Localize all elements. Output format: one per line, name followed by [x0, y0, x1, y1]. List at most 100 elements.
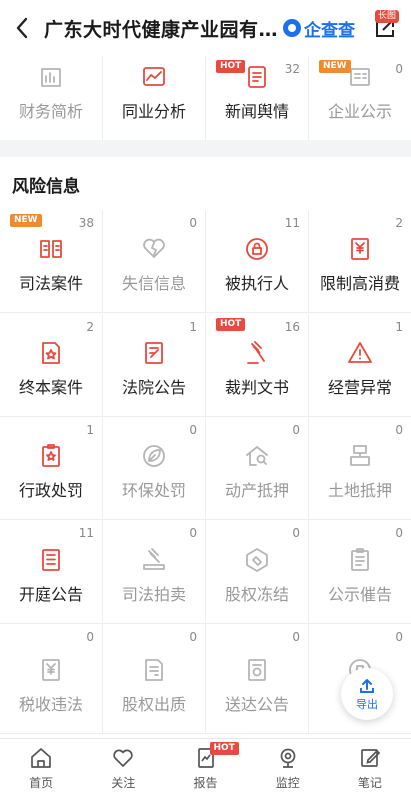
grid-item[interactable]: 2 限制高消费	[309, 210, 411, 312]
risk-row: NEW 38 司法案件 0 失信信息 11 被执行人 2 限制高消费	[0, 210, 411, 313]
nav-home[interactable]: 首页	[0, 739, 82, 798]
grid-item[interactable]: 1 法院公告	[103, 314, 206, 416]
risk-row: 2 终本案件 1 法院公告 HOT 16 裁判文书 1 经营异常	[0, 314, 411, 417]
grid-item[interactable]: 0 税收违法	[0, 624, 103, 733]
grid-item[interactable]: 同业分析	[103, 56, 206, 140]
item-label: 法院公告	[121, 378, 186, 397]
finance-icon	[41, 68, 61, 87]
grid-item[interactable]: 0 环保处罚	[103, 417, 206, 519]
risk-row: 11 开庭公告 0 司法拍卖 0 股权冻结 0 公示催告	[0, 520, 411, 624]
item-label: 同业分析	[121, 102, 186, 121]
warning-icon	[348, 342, 372, 363]
grid-item[interactable]: 0 股权冻结	[206, 520, 309, 623]
brand-text: 企查查	[304, 20, 355, 41]
leaf-icon	[143, 445, 165, 467]
nav-label: 报告	[193, 776, 218, 790]
top-bar: 广东大时代健康产业园有… 企查查 长图	[0, 0, 411, 56]
grid-item[interactable]: 0 失信信息	[103, 210, 206, 312]
item-label: 公示催告	[327, 585, 392, 604]
notice-icon	[350, 68, 370, 86]
tax-icon	[42, 659, 60, 681]
penalty-icon	[42, 444, 60, 467]
nav-note[interactable]: 笔记	[329, 739, 411, 798]
item-count: 32	[284, 62, 300, 76]
item-label: 行政处罚	[18, 481, 83, 500]
item-count: 0	[189, 630, 197, 644]
item-label: 经营异常	[327, 378, 392, 397]
court-notice-icon	[145, 342, 163, 364]
grid-item[interactable]: HOT 16 裁判文书	[206, 314, 309, 416]
long-image-badge: 长图	[374, 10, 399, 23]
grid-item[interactable]: 11 被执行人	[206, 210, 309, 312]
nav-heart[interactable]: 关注	[82, 739, 164, 798]
upload-icon	[360, 678, 374, 693]
brand-logo[interactable]: 企查查	[283, 16, 355, 41]
chart-icon	[143, 67, 165, 86]
grid-item[interactable]: 0 送达公告	[206, 624, 309, 733]
hot-badge: HOT	[216, 60, 246, 73]
item-label: 环保处罚	[121, 481, 186, 500]
item-label: 送达公告	[224, 695, 289, 714]
grid-item[interactable]: HOT 32 新闻舆情	[206, 56, 309, 140]
item-count: 0	[189, 216, 197, 230]
item-label: 开庭公告	[18, 585, 83, 604]
home-icon	[31, 748, 51, 768]
back-button[interactable]	[0, 0, 44, 56]
qcc-logo-icon	[283, 19, 301, 37]
section-divider	[0, 140, 411, 157]
item-count: 38	[78, 216, 94, 230]
grid-item[interactable]: 1 行政处罚	[0, 417, 103, 519]
note-icon	[361, 749, 381, 767]
grid-item[interactable]: 0 股权出质	[103, 624, 206, 733]
grid-item[interactable]: 11 开庭公告	[0, 520, 103, 623]
hot-badge: HOT	[209, 742, 239, 755]
item-label: 股权冻结	[224, 585, 289, 604]
item-count: 2	[395, 216, 403, 230]
item-count: 0	[395, 630, 403, 644]
yen-restrict-icon	[351, 238, 369, 260]
item-count: 1	[86, 423, 94, 437]
item-label: 失信信息	[121, 274, 186, 293]
company-title: 广东大时代健康产业园有…	[44, 18, 279, 41]
item-label: 财务简析	[18, 102, 83, 121]
share-button[interactable]: 长图	[365, 0, 405, 56]
item-label: 土地抵押	[327, 481, 392, 500]
grid-item[interactable]: 1 经营异常	[309, 314, 411, 416]
grid-item[interactable]: NEW 38 司法案件	[0, 210, 103, 312]
item-count: 0	[189, 423, 197, 437]
heart-icon	[113, 749, 133, 767]
item-label: 司法案件	[18, 274, 83, 293]
grid-item[interactable]: NEW 0 企业公示	[309, 56, 411, 140]
item-count: 11	[78, 526, 94, 540]
nav-label: 监控	[275, 776, 300, 790]
item-count: 2	[86, 320, 94, 334]
delivery-icon	[248, 659, 266, 681]
book-icon	[40, 240, 62, 258]
camera-icon	[280, 748, 296, 768]
grid-item[interactable]: 财务简析	[0, 56, 103, 140]
item-count: 16	[284, 320, 300, 334]
item-label: 股权出质	[121, 695, 186, 714]
nav-report[interactable]: HOT 报告	[164, 739, 246, 798]
grid-item[interactable]: 0 土地抵押	[309, 417, 411, 519]
news-icon	[248, 66, 266, 88]
export-button[interactable]: 导出	[341, 668, 393, 720]
announce-icon	[351, 548, 369, 571]
item-label: 裁判文书	[224, 378, 289, 397]
grid-item[interactable]: 2 终本案件	[0, 314, 103, 416]
grid-item[interactable]: 0 动产抵押	[206, 417, 309, 519]
land-icon	[350, 445, 370, 466]
item-label: 被执行人	[224, 274, 289, 293]
freeze-icon	[246, 548, 268, 572]
item-label: 新闻舆情	[224, 102, 289, 121]
grid-item[interactable]: 0 公示催告	[309, 520, 411, 623]
item-count: 0	[395, 62, 403, 76]
risk-row: 1 行政处罚 0 环保处罚 0 动产抵押 0 土地抵押	[0, 417, 411, 520]
new-badge: NEW	[10, 214, 42, 227]
grid-item[interactable]: 0 司法拍卖	[103, 520, 206, 623]
list-doc-icon	[42, 549, 60, 571]
item-label: 限制高消费	[319, 274, 400, 293]
chevron-left-icon	[16, 17, 28, 39]
doc-star-icon	[42, 342, 60, 364]
nav-camera[interactable]: 监控	[247, 739, 329, 798]
